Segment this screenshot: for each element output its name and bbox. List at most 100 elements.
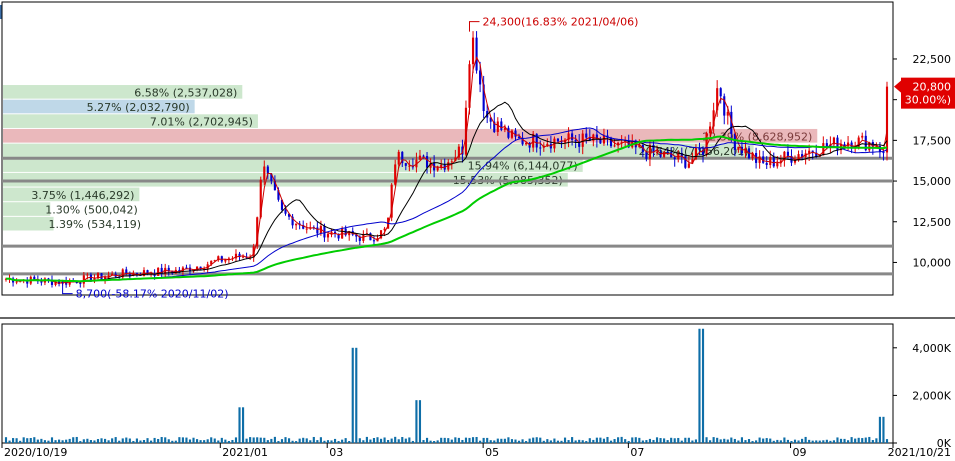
- volume-bar: [719, 439, 722, 443]
- volume-bar: [86, 438, 89, 443]
- volume-bar: [362, 440, 365, 443]
- volume-bar: [765, 438, 768, 443]
- candle-body: [263, 166, 266, 180]
- volume-bar: [245, 438, 248, 443]
- volume-bar: [96, 439, 100, 443]
- volume-bar: [797, 440, 800, 443]
- volume-bar: [68, 438, 71, 443]
- candle-body: [185, 267, 188, 269]
- volume-bar: [680, 440, 683, 443]
- volume-bar: [323, 440, 326, 443]
- volume-tick-label: 2,000K: [912, 389, 951, 402]
- volume-bar: [188, 439, 192, 443]
- volume-bar: [284, 437, 287, 443]
- volume-bar: [128, 438, 131, 443]
- volume-bar: [309, 440, 312, 443]
- x-tick-label: 03: [329, 446, 343, 459]
- volume-bar: [638, 437, 641, 443]
- volume-bar: [404, 438, 407, 443]
- volume-bar: [464, 437, 468, 443]
- volume-profile-label: 6.58% (2,537,028): [134, 86, 237, 99]
- candle-body: [326, 233, 330, 238]
- volume-bar: [192, 437, 195, 443]
- volume-bar: [369, 439, 372, 443]
- volume-bar: [705, 437, 708, 443]
- volume-bar: [348, 441, 351, 443]
- volume-bar: [609, 440, 613, 443]
- volume-bar: [15, 438, 18, 443]
- volume-bar: [744, 440, 747, 443]
- volume-bar: [333, 438, 337, 443]
- volume-bar: [89, 440, 92, 443]
- candle-body: [645, 152, 648, 159]
- volume-bar: [542, 440, 545, 443]
- price-tick-label: 22,500: [913, 53, 952, 66]
- x-tick-label: 07: [630, 446, 644, 459]
- volume-bar: [783, 437, 786, 443]
- volume-bar: [786, 439, 790, 443]
- candle-body: [157, 267, 160, 276]
- candle-body: [737, 146, 740, 150]
- volume-bar: [358, 438, 361, 443]
- volume-bar: [655, 437, 659, 443]
- volume-bar: [687, 437, 690, 443]
- volume-bar: [871, 440, 874, 443]
- volume-bar: [121, 438, 124, 443]
- volume-bar: [171, 440, 174, 443]
- volume-bar: [422, 440, 425, 443]
- candle-body: [475, 37, 478, 71]
- volume-bar: [471, 437, 475, 443]
- volume-tick-label: 4,000K: [912, 342, 951, 355]
- candle-body: [79, 283, 82, 285]
- volume-bar: [648, 438, 652, 443]
- volume-bar: [22, 437, 25, 443]
- candle-body: [15, 281, 18, 283]
- volume-profile-bar: [3, 128, 818, 143]
- volume-bar: [617, 437, 620, 443]
- candle-body: [507, 127, 510, 138]
- volume-bar: [227, 441, 230, 443]
- candle-body: [733, 133, 736, 150]
- volume-bar: [111, 438, 114, 443]
- volume-bar: [733, 438, 736, 443]
- candle-body: [295, 223, 298, 226]
- volume-bar: [521, 439, 524, 443]
- volume-bar: [631, 437, 634, 443]
- volume-panel-frame: [1, 323, 894, 444]
- volume-bar: [383, 437, 386, 443]
- volume-bar: [178, 437, 181, 443]
- candle-body: [726, 111, 729, 116]
- volume-bar: [468, 437, 471, 443]
- candle-body: [786, 151, 790, 156]
- volume-profile-label: 3.75% (1,446,292): [31, 189, 134, 202]
- candle-body: [663, 151, 666, 157]
- volume-bar: [312, 436, 315, 443]
- volume-bar: [514, 439, 517, 443]
- volume-bar: [532, 437, 535, 443]
- volume-bar: [344, 438, 347, 443]
- volume-bar: [772, 440, 775, 443]
- volume-bar: [663, 438, 666, 443]
- volume-profile-bar: [3, 216, 54, 231]
- candle-body: [765, 162, 768, 166]
- volume-bar: [645, 440, 648, 443]
- volume-bar: [142, 439, 146, 443]
- x-tick-label: 05: [485, 446, 499, 459]
- volume-bar: [592, 439, 595, 443]
- volume-bar: [231, 439, 234, 443]
- volume-bar: [882, 416, 885, 443]
- chart-canvas[interactable]: 6.58% (2,537,028) 5.27% (2,032,790) 7.01% …: [0, 0, 955, 461]
- volume-bar: [390, 438, 393, 443]
- volume-bar: [29, 438, 32, 443]
- volume-bar: [210, 437, 213, 443]
- volume-bar: [758, 437, 761, 443]
- volume-bar: [861, 438, 864, 443]
- volume-bar: [839, 438, 843, 443]
- volume-bar: [588, 438, 591, 443]
- volume-bar: [507, 437, 510, 443]
- volume-bar: [440, 437, 443, 443]
- volume-bar: [203, 440, 206, 443]
- volume-bar: [740, 437, 744, 443]
- volume-bar: [843, 438, 846, 443]
- volume-bar: [224, 439, 227, 443]
